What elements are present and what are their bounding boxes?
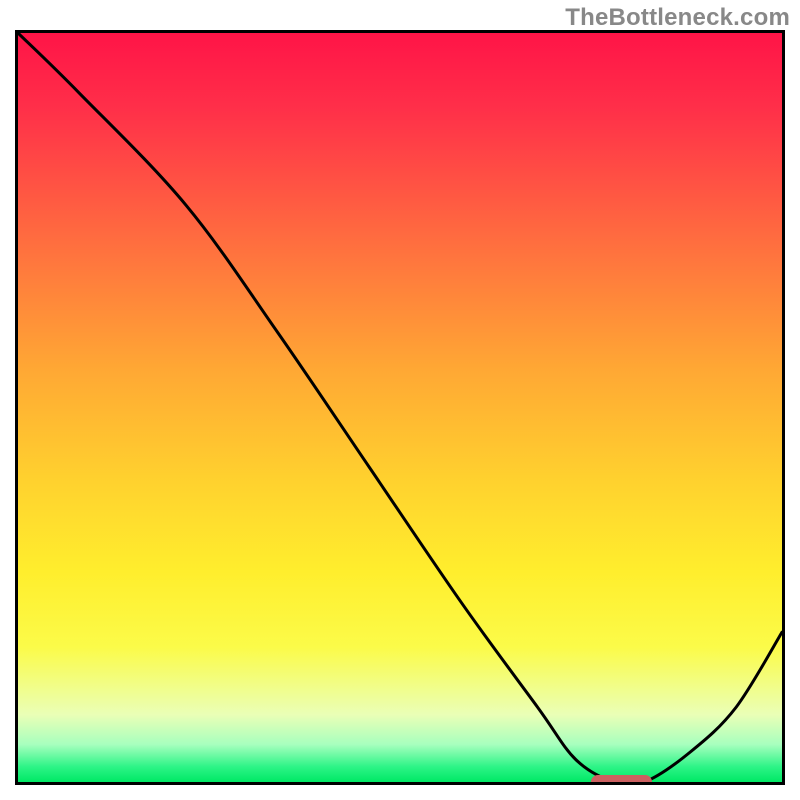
chart-plot-area <box>15 30 785 785</box>
optimal-range-marker <box>591 775 652 785</box>
chart-stage: TheBottleneck.com <box>0 0 800 800</box>
watermark-text: TheBottleneck.com <box>565 4 790 32</box>
bottleneck-curve <box>18 33 782 782</box>
curve-path <box>18 33 782 782</box>
